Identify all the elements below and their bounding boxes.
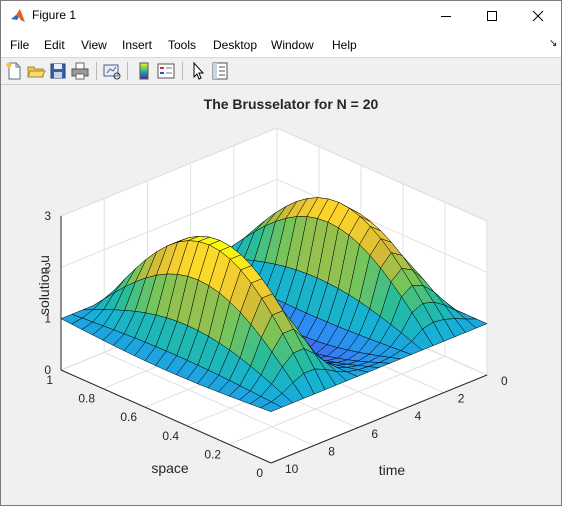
menu-edit[interactable]: Edit bbox=[44, 38, 65, 52]
x-tick-label: 8 bbox=[328, 444, 335, 458]
toolbar-separator bbox=[96, 62, 97, 80]
maximize-icon bbox=[487, 11, 497, 21]
menu-file[interactable]: File bbox=[10, 38, 29, 52]
x-tick-label: 2 bbox=[458, 392, 465, 406]
close-icon bbox=[532, 10, 544, 22]
figure-toolbar bbox=[1, 58, 561, 85]
matlab-logo-icon bbox=[11, 9, 25, 22]
z-tick-label: 0 bbox=[44, 363, 51, 377]
minimize-icon bbox=[441, 16, 451, 17]
open-file-icon[interactable] bbox=[26, 61, 46, 81]
menu-insert[interactable]: Insert bbox=[122, 38, 152, 52]
x-tick-label: 0 bbox=[501, 374, 508, 388]
y-axis-label: space bbox=[151, 460, 189, 476]
window-title: Figure 1 bbox=[32, 8, 77, 22]
toolbar-separator bbox=[182, 62, 183, 80]
y-tick-label: 0.6 bbox=[120, 410, 137, 424]
minimize-button[interactable] bbox=[423, 1, 469, 31]
figure-window: Figure 1 File Edit View Insert Tools Des… bbox=[0, 0, 562, 506]
z-axis-label: solution u bbox=[36, 255, 52, 315]
edit-plot-icon[interactable] bbox=[188, 61, 208, 81]
print-icon[interactable] bbox=[70, 61, 90, 81]
axes-plot-area[interactable]: The Brusselator for N = 20 0 2 4 6 8 10 0 0.2 0.… bbox=[1, 85, 561, 505]
y-tick-label: 0.2 bbox=[204, 447, 221, 461]
maximize-button[interactable] bbox=[469, 1, 515, 31]
property-inspector-icon[interactable] bbox=[210, 61, 230, 81]
link-plot-icon[interactable] bbox=[102, 61, 122, 81]
menu-window[interactable]: Window bbox=[271, 38, 314, 52]
y-tick-label: 0.8 bbox=[78, 392, 95, 406]
menu-desktop[interactable]: Desktop bbox=[213, 38, 257, 52]
insert-colorbar-icon[interactable] bbox=[134, 61, 154, 81]
menu-view[interactable]: View bbox=[81, 38, 107, 52]
x-tick-label: 4 bbox=[415, 409, 422, 423]
z-tick-label: 3 bbox=[44, 209, 51, 223]
y-tick-label: 0.4 bbox=[162, 429, 179, 443]
insert-legend-icon[interactable] bbox=[156, 61, 176, 81]
title-bar: Figure 1 bbox=[1, 1, 561, 31]
save-icon[interactable] bbox=[48, 61, 68, 81]
dock-arrow-icon[interactable]: ↘ bbox=[549, 38, 557, 49]
toolbar-separator bbox=[127, 62, 128, 80]
x-tick-label: 10 bbox=[285, 462, 299, 476]
menu-bar: File Edit View Insert Tools Desktop Wind… bbox=[1, 31, 561, 58]
close-button[interactable] bbox=[515, 1, 561, 31]
x-tick-label: 6 bbox=[371, 427, 378, 441]
y-tick-label: 0 bbox=[256, 466, 263, 480]
new-figure-icon[interactable] bbox=[4, 61, 24, 81]
chart-title: The Brusselator for N = 20 bbox=[204, 96, 379, 112]
menu-tools[interactable]: Tools bbox=[168, 38, 196, 52]
menu-help[interactable]: Help bbox=[332, 38, 357, 52]
x-axis-label: time bbox=[379, 462, 406, 478]
